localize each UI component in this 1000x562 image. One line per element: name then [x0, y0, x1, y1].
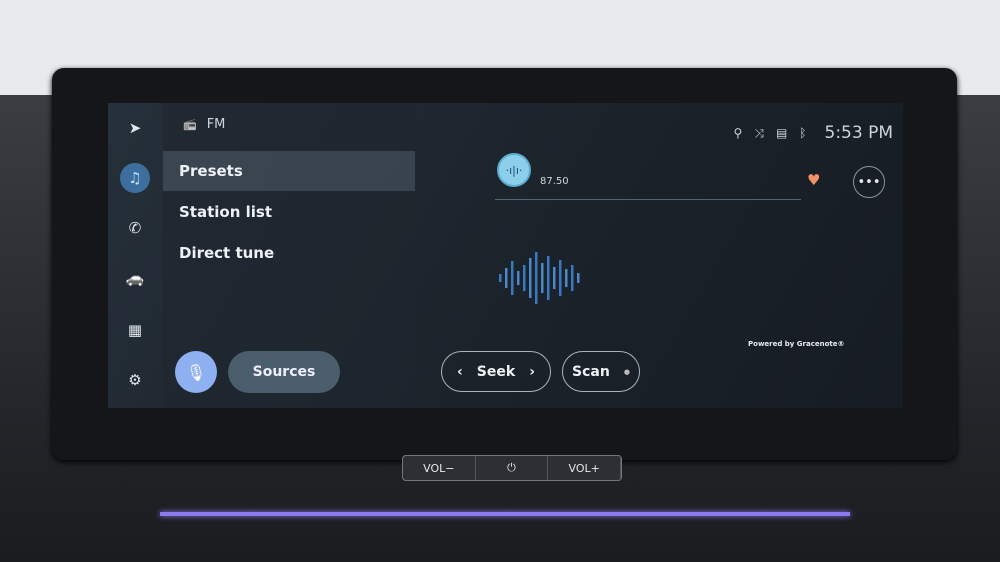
station-logo-icon: ·ı|ı· [497, 153, 531, 187]
nav-rail: ➤ ♫ ✆ 🚗 ▦ ⚙ [108, 103, 163, 408]
waveform-bar [541, 263, 544, 293]
music-note-icon[interactable]: ♫ [120, 163, 150, 193]
phone-icon[interactable]: ✆ [120, 213, 150, 243]
station-frequency: 87.50 [540, 176, 569, 187]
menu-item-direct-tune[interactable]: Direct tune [163, 233, 415, 273]
waveform-bar [565, 269, 568, 287]
now-playing: ⚲ ⤨ ▤ ᛒ 5:53 PM ·ı|ı· 87.50 ♥ ••• Powere… [415, 103, 903, 408]
power-button[interactable]: ⏻ [476, 456, 549, 480]
waveform-bar [529, 258, 532, 298]
location-icon: ⚲ [733, 126, 743, 140]
waveform-bar [505, 268, 508, 288]
microphone-icon: 🎙 [185, 362, 207, 382]
radio-icon: 📻 [183, 118, 197, 131]
hardware-controls: VOL− ⏻ VOL+ [402, 455, 622, 481]
seek-previous-icon[interactable]: ‹ [457, 364, 463, 380]
menu-item-station-list[interactable]: Station list [163, 192, 415, 232]
navigation-icon[interactable]: ➤ [120, 113, 150, 143]
display-icon: ▤ [775, 126, 788, 140]
radio-menu-panel: 📻 FM Presets Station list Direct tune 🎙 … [163, 103, 415, 408]
scan-button[interactable]: Scan ● [562, 351, 640, 392]
volume-up-button[interactable]: VOL+ [548, 456, 622, 480]
menu-item-presets[interactable]: Presets [163, 151, 415, 191]
settings-gear-icon[interactable]: ⚙ [120, 365, 150, 395]
gracenote-attribution: Powered by Gracenote® [748, 340, 845, 348]
ambient-light-strip [160, 512, 850, 516]
waveform-bar [577, 273, 580, 283]
waveform-bar [535, 252, 538, 304]
microphone-button[interactable]: 🎙 [175, 351, 217, 393]
divider [495, 199, 801, 200]
source-header: 📻 FM [183, 117, 225, 132]
source-label: FM [206, 117, 226, 132]
waveform-bar [553, 267, 556, 289]
seek-label: Seek [476, 363, 516, 380]
car-icon[interactable]: 🚗 [120, 263, 150, 293]
heart-icon[interactable]: ♥ [807, 171, 820, 189]
sources-button[interactable]: Sources [228, 351, 340, 393]
seek-button[interactable]: ‹ Seek › [441, 351, 551, 392]
apps-grid-icon[interactable]: ▦ [120, 315, 150, 345]
volume-down-button[interactable]: VOL− [403, 456, 476, 480]
waveform-bar [499, 274, 502, 282]
seek-next-icon[interactable]: › [529, 364, 535, 380]
waveform-bar [523, 265, 526, 291]
waveform-bar [571, 265, 574, 291]
infotainment-screen: ➤ ♫ ✆ 🚗 ▦ ⚙ 📻 FM Presets Station list Di… [108, 103, 903, 408]
waveform-bar [559, 260, 562, 296]
waveform-bar [511, 261, 514, 295]
shuffle-icon: ⤨ [754, 125, 764, 140]
clock: 5:53 PM [824, 123, 894, 143]
waveform-bar [517, 271, 520, 285]
audio-waveform-icon [499, 252, 580, 304]
waveform-bar [547, 256, 550, 300]
scan-indicator-icon: ● [623, 367, 630, 376]
status-bar: ⚲ ⤨ ▤ ᛒ 5:53 PM [734, 123, 893, 143]
more-options-button[interactable]: ••• [853, 166, 885, 198]
scan-label: Scan [572, 363, 610, 380]
bluetooth-icon: ᛒ [799, 126, 807, 140]
